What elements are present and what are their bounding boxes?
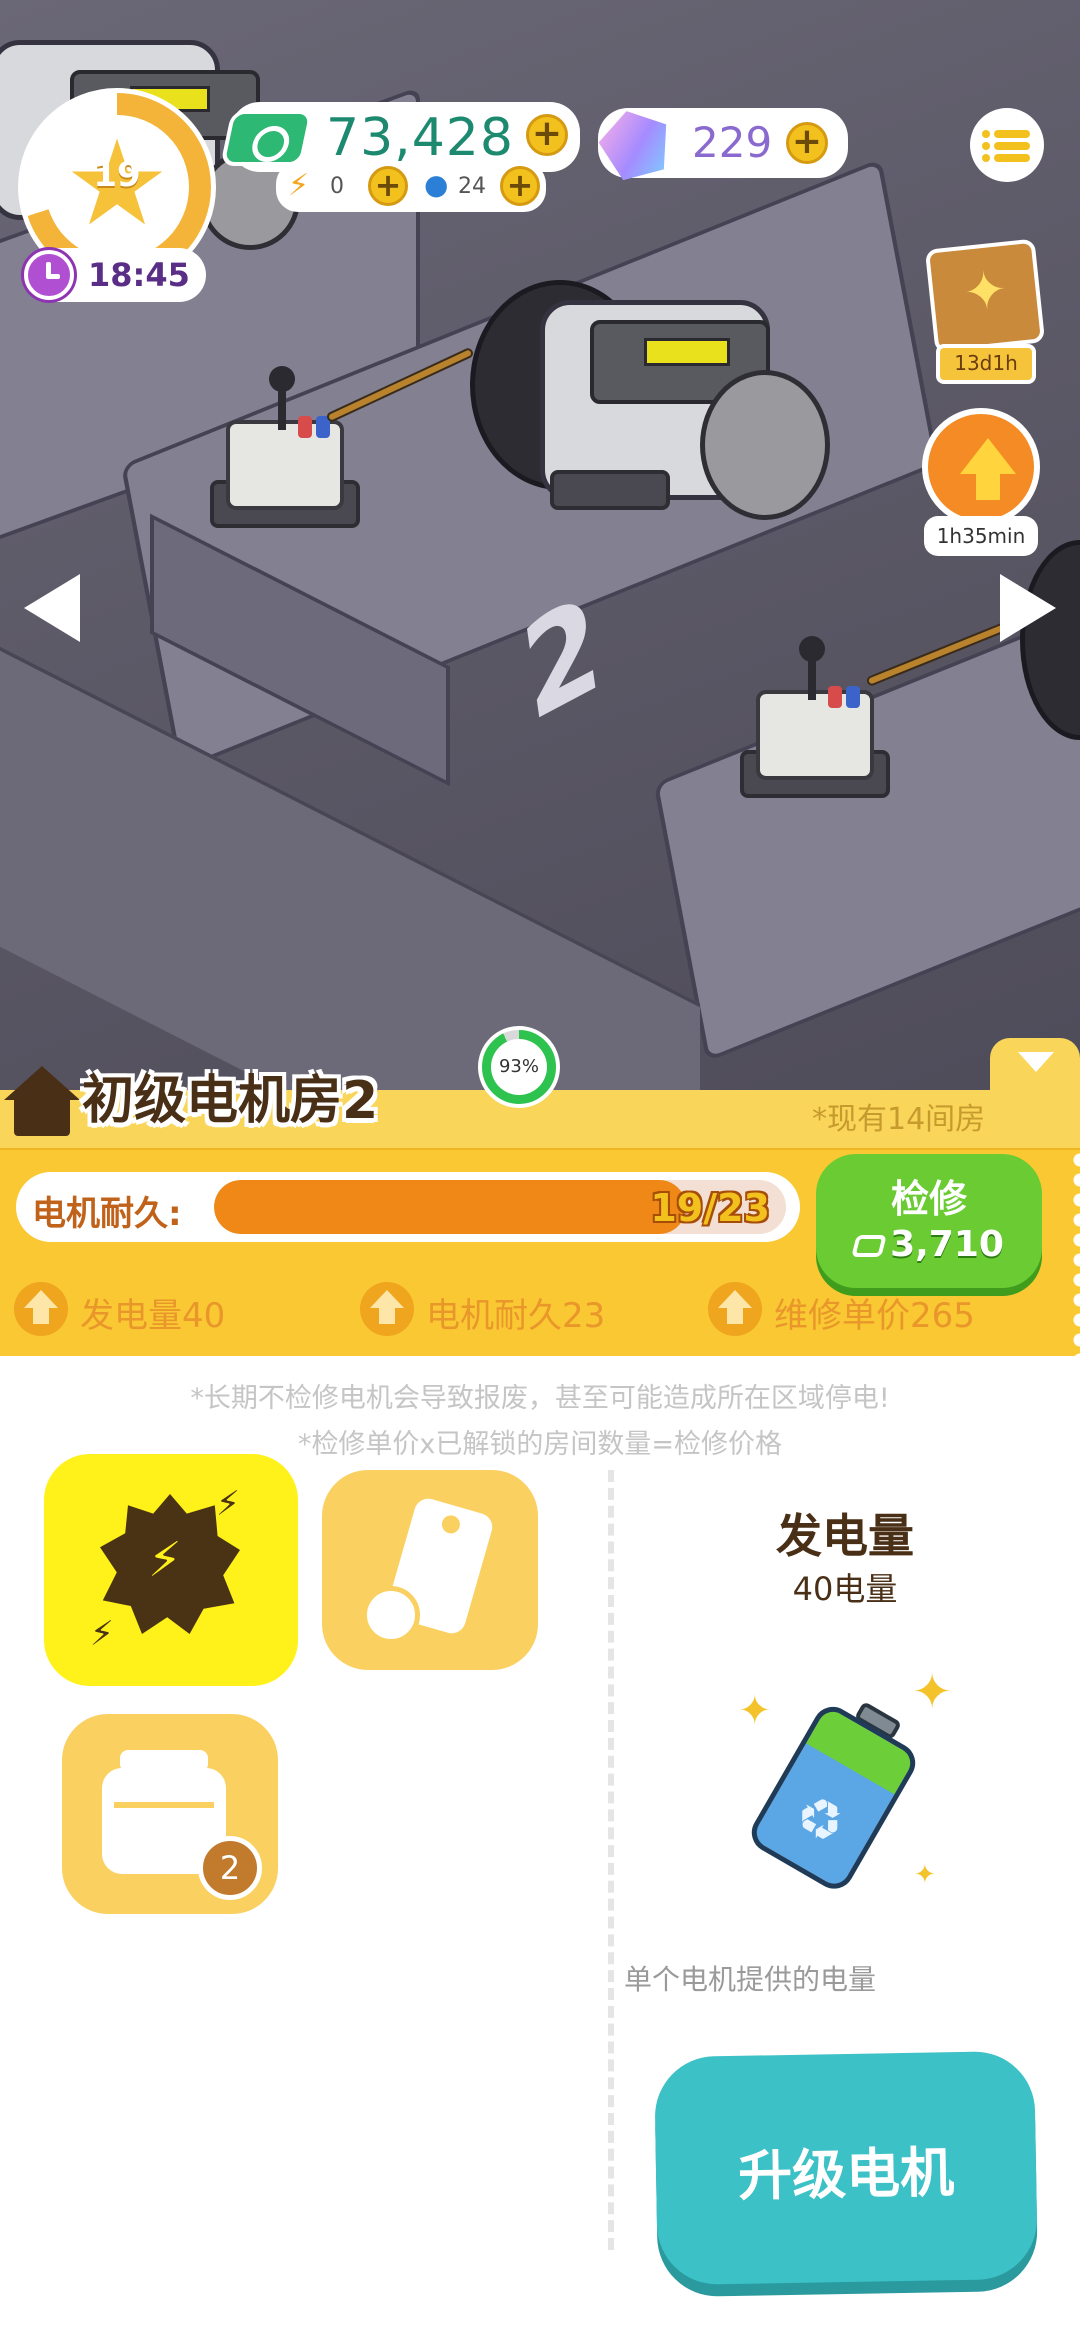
timer-text: 18:45 <box>88 256 190 294</box>
stat-label: 维修单价265 <box>774 1296 975 1336</box>
recycle-icon: ♻ <box>783 1780 857 1859</box>
menu-button[interactable] <box>970 108 1044 182</box>
player-level: 19 <box>93 155 141 195</box>
cash-icon <box>220 110 314 166</box>
add-energy-button[interactable]: + <box>368 166 408 206</box>
kit-count-badge: 2 <box>198 1836 262 1900</box>
collapse-panel-button[interactable] <box>990 1038 1080 1090</box>
lightning-icon: ⚡ <box>288 168 310 203</box>
stat-power-output[interactable]: 发电量40 <box>14 1282 314 1336</box>
boost-timer: 1h35min <box>924 516 1038 556</box>
warning-note: *长期不检修电机会导致报废，甚至可能造成所在区域停电! <box>190 1383 890 1414</box>
timer-pill: 18:45 <box>22 248 206 302</box>
control-console-2[interactable] <box>740 630 890 810</box>
sparkle-icon: ✦ <box>912 1664 953 1720</box>
water-amount: 24 <box>458 174 486 199</box>
battery-icon: ♻ <box>744 1684 932 1896</box>
money-amount: 73,428 <box>326 108 514 168</box>
room-completion-text: 93% <box>491 1039 547 1095</box>
upgrade-tab-power[interactable]: ⚡ ⚡ ⚡ <box>44 1454 298 1686</box>
stat-durability[interactable]: 电机耐久23 <box>360 1282 680 1336</box>
water-drop-icon: ● <box>424 168 449 201</box>
detail-description: 单个电机提供的电量 <box>624 1963 877 1996</box>
boost-icon <box>922 408 1040 526</box>
durability-label: 电机耐久: <box>32 1194 182 1234</box>
room-panel-header: 初级电机房2 93% *现有14间房 <box>0 1026 1080 1150</box>
detail-title: 发电量 <box>776 1509 914 1563</box>
energy-amount: 0 <box>330 174 344 199</box>
stat-label: 发电量40 <box>80 1296 226 1336</box>
room-title: 初级电机房2 <box>82 1071 379 1131</box>
sparkle-icon: ✦ <box>914 1860 936 1890</box>
event-book-icon <box>924 238 1046 354</box>
repair-cost-value: 3,710 <box>890 1224 1004 1265</box>
repair-button[interactable]: 检修 3,710 <box>816 1154 1042 1288</box>
upgrade-motor-button[interactable]: 升级电机 <box>654 2050 1038 2286</box>
event-timer: 13d1h <box>936 344 1036 384</box>
level-badge: ★ 19 <box>45 115 189 259</box>
room-panel: 电机耐久: 19/23 检修 3,710 发电量40 电机耐久23 维修单价26… <box>0 1148 1080 1358</box>
detail-value: 40电量 <box>792 1570 898 1608</box>
durability-fill <box>214 1180 687 1234</box>
gem-amount: 229 <box>692 118 773 167</box>
lightning-icon: ⚡ <box>216 1484 240 1524</box>
section-divider <box>608 1470 614 2250</box>
lightning-icon: ⚡ <box>90 1614 114 1654</box>
clock-icon <box>24 250 74 300</box>
house-up-icon <box>14 1282 68 1336</box>
add-gems-button[interactable]: + <box>786 122 828 164</box>
upgrade-tab-durability[interactable]: 2 <box>62 1714 278 1914</box>
add-water-button[interactable]: + <box>500 166 540 206</box>
ticket-edge <box>1066 1150 1080 1358</box>
lightning-icon: ⚡ <box>148 1532 182 1588</box>
sparkle-icon: ✦ <box>738 1688 772 1734</box>
durability-value: 19/23 <box>650 1186 770 1230</box>
resource-pill: ⚡ 0 + ● 24 + <box>276 162 546 212</box>
room-completion-ring: 93% <box>478 1026 560 1108</box>
gem-counter: 229 + <box>598 108 848 178</box>
rooms-owned-text: *现有14间房 <box>812 1102 986 1137</box>
event-button[interactable]: 13d1h <box>924 232 1048 390</box>
cash-icon <box>851 1235 887 1257</box>
stat-label: 电机耐久23 <box>426 1296 606 1336</box>
stat-repair-unit-price[interactable]: 维修单价265 <box>708 1282 1048 1336</box>
repair-label: 检修 <box>890 1177 967 1221</box>
boost-button[interactable]: 1h35min <box>918 408 1044 556</box>
next-room-arrow[interactable] <box>1000 574 1056 642</box>
room-house-icon <box>4 1066 80 1142</box>
add-money-button[interactable]: + <box>526 114 568 156</box>
generator-2[interactable] <box>470 260 830 540</box>
durability-bar: 电机耐久: 19/23 <box>16 1172 800 1242</box>
triangle-down-icon <box>1018 1052 1054 1072</box>
upgrade-motor-label: 升级电机 <box>737 2141 955 2208</box>
upgrade-tab-repair-price[interactable] <box>322 1470 538 1670</box>
previous-room-arrow[interactable] <box>24 574 80 642</box>
repair-cost: 3,710 <box>816 1224 1042 1265</box>
control-console-1[interactable] <box>210 360 360 540</box>
house-up-icon <box>708 1282 762 1336</box>
wrench-icon <box>362 1586 420 1644</box>
durability-track: 19/23 <box>214 1180 786 1234</box>
house-up-icon <box>360 1282 414 1336</box>
